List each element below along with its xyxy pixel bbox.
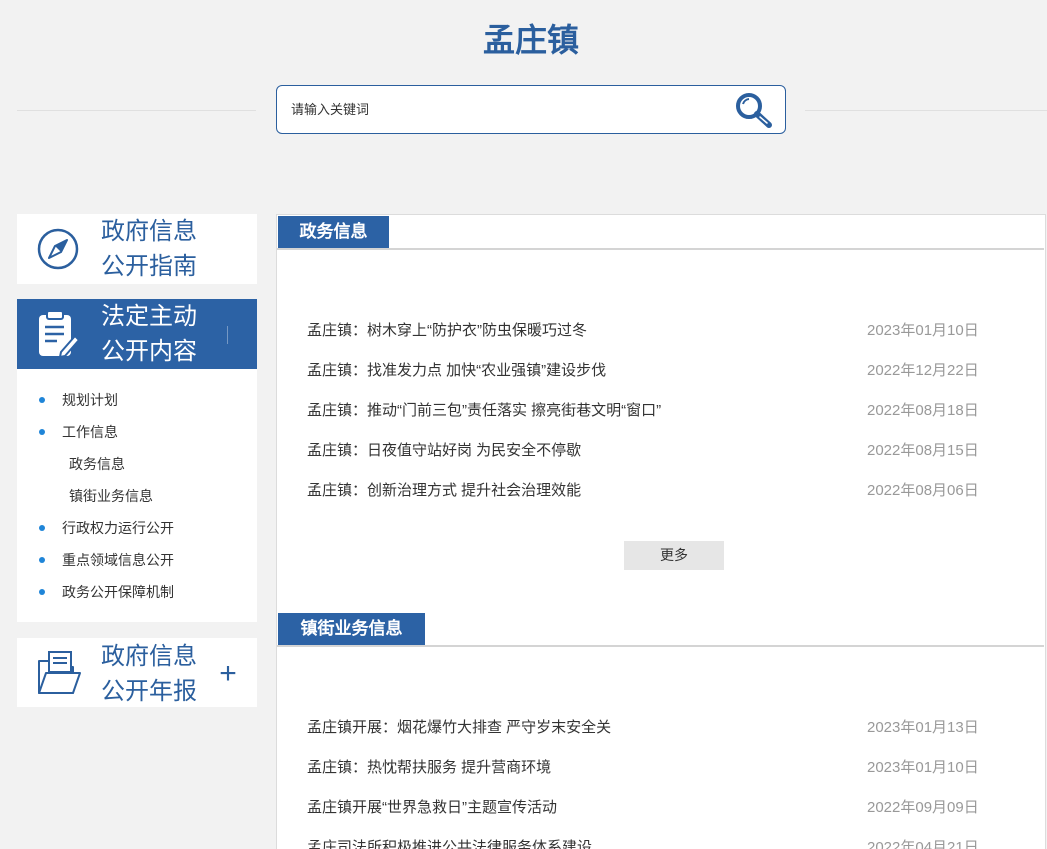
news-date: 2022年04月21日	[867, 839, 979, 849]
news-item[interactable]: 孟庄镇：树木穿上“防护衣”防虫保暖巧过冬 2023年01月10日	[307, 311, 1007, 351]
site-title: 孟庄镇	[482, 22, 579, 58]
search-input[interactable]	[291, 86, 731, 133]
section-divider	[277, 248, 1044, 250]
sidebar-item-report-line2: 公开年报	[101, 678, 197, 705]
news-item[interactable]: 孟庄镇开展：烟花爆竹大排查 严守岁末安全关 2023年01月13日	[307, 708, 1007, 748]
news-list-town-business: 孟庄镇开展：烟花爆竹大排查 严守岁末安全关 2023年01月13日 孟庄镇：热忱…	[307, 708, 1007, 849]
news-title[interactable]: 孟庄镇：树木穿上“防护衣”防虫保暖巧过冬	[307, 311, 847, 351]
folder-icon	[37, 649, 81, 697]
news-title[interactable]: 孟庄司法所积极推进公共法律服务体系建设	[307, 828, 847, 849]
news-title[interactable]: 孟庄镇：找准发力点 加快“农业强镇”建设步伐	[307, 351, 847, 391]
sidebar-item-guide[interactable]: 政府信息 公开指南	[17, 214, 257, 284]
news-date: 2022年08月18日	[867, 402, 979, 419]
sidebar-item-guide-line1: 政府信息	[101, 218, 197, 245]
news-date: 2023年01月10日	[867, 759, 979, 776]
submenu-item-key-areas[interactable]: 重点领域信息公开	[17, 544, 257, 576]
bullet-icon	[39, 429, 45, 435]
news-item[interactable]: 孟庄镇：日夜值守站好岗 为民安全不停歇 2022年08月15日	[307, 431, 1007, 471]
submenu-item-label: 镇街业务信息	[69, 488, 153, 504]
sidebar-submenu: 规划计划 工作信息 政务信息 镇街业务信息 行政权力运行公开 重点领域信息公开 …	[17, 369, 257, 622]
sidebar-item-report-label: 政府信息 公开年报	[101, 639, 197, 709]
submenu-item-work-info[interactable]: 工作信息	[17, 416, 257, 448]
submenu-item-town-business[interactable]: 镇街业务信息	[17, 480, 257, 512]
news-title[interactable]: 孟庄镇：创新治理方式 提升社会治理效能	[307, 471, 847, 511]
search-icon	[736, 93, 772, 128]
expand-toggle[interactable]: +	[216, 654, 240, 694]
news-item[interactable]: 孟庄镇开展“世界急救日”主题宣传活动 2022年09月09日	[307, 788, 1007, 828]
sidebar-item-content[interactable]: 法定主动 公开内容	[17, 299, 257, 369]
submenu-item-gov-affairs[interactable]: 政务信息	[17, 448, 257, 480]
news-date: 2023年01月13日	[867, 719, 979, 736]
collapse-toggle[interactable]	[227, 326, 228, 344]
divider-left	[17, 110, 256, 111]
bullet-icon	[39, 397, 45, 403]
news-item[interactable]: 孟庄镇：找准发力点 加快“农业强镇”建设步伐 2022年12月22日	[307, 351, 1007, 391]
section-divider	[277, 645, 1044, 647]
sidebar-item-guide-label: 政府信息 公开指南	[101, 214, 197, 284]
clipboard-icon	[37, 310, 79, 358]
bullet-icon	[39, 589, 45, 595]
sidebar-item-content-label: 法定主动 公开内容	[101, 299, 197, 369]
more-button[interactable]: 更多	[624, 541, 724, 570]
sidebar-item-content-line1: 法定主动	[101, 303, 197, 330]
news-date: 2022年12月22日	[867, 362, 979, 379]
submenu-item-label: 政务公开保障机制	[62, 584, 174, 600]
news-title[interactable]: 孟庄镇：推动“门前三包”责任落实 擦亮街巷文明“窗口”	[307, 391, 847, 431]
sidebar-item-report[interactable]: 政府信息 公开年报 +	[17, 638, 257, 707]
bullet-icon	[39, 525, 45, 531]
news-title[interactable]: 孟庄镇开展“世界急救日”主题宣传活动	[307, 788, 847, 828]
sidebar-item-content-line2: 公开内容	[101, 338, 197, 365]
news-item[interactable]: 孟庄镇：热忱帮扶服务 提升营商环境 2023年01月10日	[307, 748, 1007, 788]
sidebar-item-guide-line2: 公开指南	[101, 253, 197, 280]
tab-government-affairs[interactable]: 政务信息	[278, 216, 389, 248]
submenu-item-admin-power[interactable]: 行政权力运行公开	[17, 512, 257, 544]
submenu-item-label: 规划计划	[62, 392, 118, 408]
sidebar-item-report-line1: 政府信息	[101, 643, 197, 670]
submenu-item-label: 重点领域信息公开	[62, 552, 174, 568]
search-button[interactable]	[734, 91, 774, 129]
news-item[interactable]: 孟庄司法所积极推进公共法律服务体系建设 2022年04月21日	[307, 828, 1007, 849]
submenu-item-guarantee[interactable]: 政务公开保障机制	[17, 576, 257, 608]
news-title[interactable]: 孟庄镇开展：烟花爆竹大排查 严守岁末安全关	[307, 708, 847, 748]
submenu-item-planning[interactable]: 规划计划	[17, 384, 257, 416]
submenu-item-label: 政务信息	[69, 456, 125, 472]
tab-town-business[interactable]: 镇街业务信息	[278, 613, 425, 645]
news-item[interactable]: 孟庄镇：推动“门前三包”责任落实 擦亮街巷文明“窗口” 2022年08月18日	[307, 391, 1007, 431]
bullet-icon	[39, 557, 45, 563]
news-date: 2022年08月15日	[867, 442, 979, 459]
page: 孟庄镇 政府信息 公开指南	[0, 0, 1047, 849]
news-title[interactable]: 孟庄镇：热忱帮扶服务 提升营商环境	[307, 748, 847, 788]
news-title[interactable]: 孟庄镇：日夜值守站好岗 为民安全不停歇	[307, 431, 847, 471]
news-item[interactable]: 孟庄镇：创新治理方式 提升社会治理效能 2022年08月06日	[307, 471, 1007, 511]
compass-icon	[37, 228, 79, 270]
news-list-government-affairs: 孟庄镇：树木穿上“防护衣”防虫保暖巧过冬 2023年01月10日 孟庄镇：找准发…	[307, 311, 1007, 511]
search-box	[276, 85, 786, 134]
news-date: 2022年09月09日	[867, 799, 979, 816]
submenu-item-label: 工作信息	[62, 424, 118, 440]
news-date: 2022年08月06日	[867, 482, 979, 499]
news-date: 2023年01月10日	[867, 322, 979, 339]
divider-right	[805, 110, 1047, 111]
submenu-item-label: 行政权力运行公开	[62, 520, 174, 536]
